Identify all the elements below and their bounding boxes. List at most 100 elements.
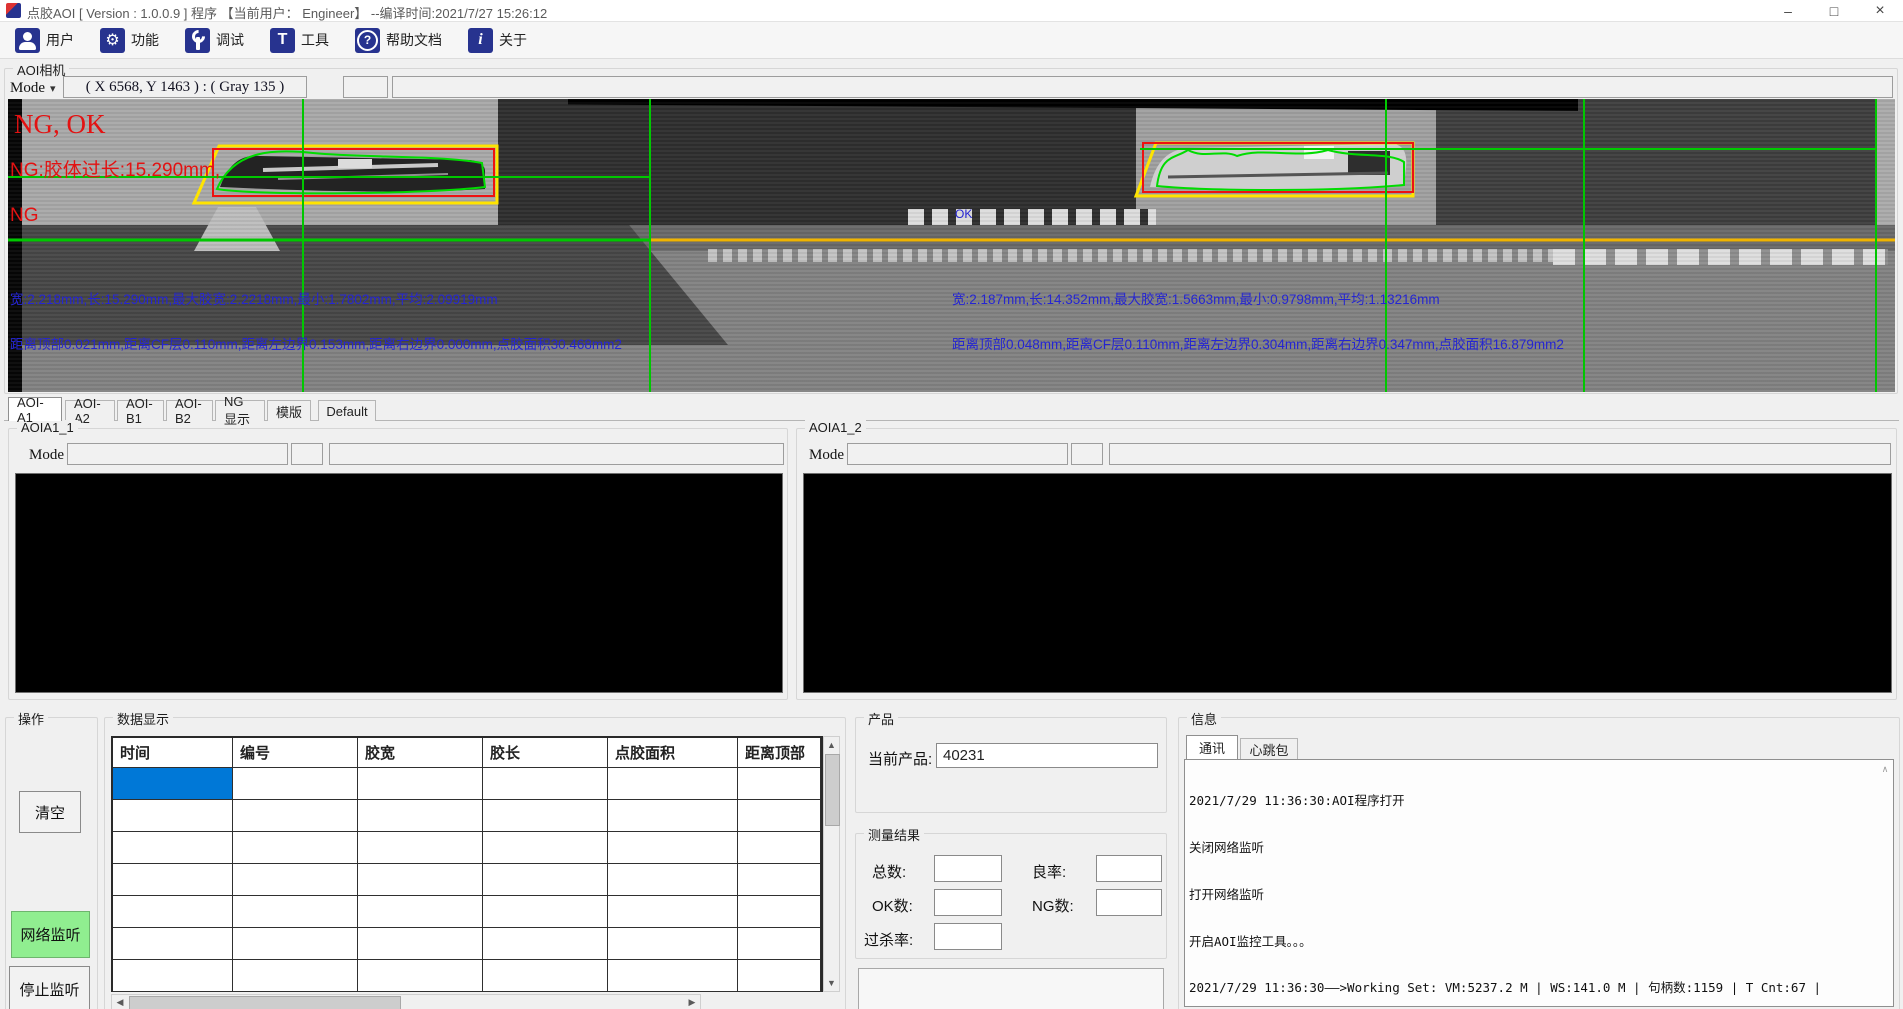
camera-mode-dropdown[interactable]: Mode — [10, 78, 56, 98]
panel-aoia1-2: AOIA1_2 Mode — [796, 428, 1897, 700]
minimize-button[interactable]: – — [1765, 0, 1811, 22]
col-header-time: 时间 — [113, 738, 233, 768]
panel2-field-2[interactable] — [1071, 443, 1103, 465]
log-line: 开启AOI监控工具。。。 — [1189, 934, 1889, 950]
panel1-field-3[interactable] — [329, 443, 784, 465]
maximize-button[interactable]: □ — [1811, 0, 1857, 22]
total-field[interactable] — [934, 855, 1002, 882]
current-product-label: 当前产品: — [868, 748, 932, 769]
product-group-label: 产品 — [864, 709, 898, 728]
main-toolbar: 用户 ⚙ 功能 调试 T 工具 ? 帮助文档 i 关于 — [0, 22, 1903, 59]
panel1-field-2[interactable] — [291, 443, 323, 465]
toolbar-item-help[interactable]: ? 帮助文档 — [346, 25, 451, 56]
product-list-box[interactable] — [858, 968, 1164, 1009]
product-group: 产品 当前产品: 40231 — [855, 717, 1167, 813]
toolbar-item-label: 调试 — [216, 30, 244, 50]
panel1-field-1[interactable] — [67, 443, 288, 465]
right-stats-line1: 宽:2.187mm,长:14.352mm,最大胶宽:1.5663mm,最小:0.… — [952, 288, 1440, 308]
ng-count-label: NG数: — [1032, 895, 1074, 916]
panel1-image-view — [15, 473, 783, 693]
tab-aoi-b1[interactable]: AOI-B1 — [117, 400, 164, 421]
clear-button[interactable]: 清空 — [19, 791, 81, 833]
scroll-right-icon[interactable]: ▶ — [685, 995, 699, 1009]
ng-overlay-text: NG — [10, 205, 39, 227]
toolbar-item-label: 关于 — [499, 30, 527, 50]
col-header-id: 编号 — [233, 738, 358, 768]
overkill-field[interactable] — [934, 923, 1002, 950]
tab-aoi-a2[interactable]: AOI-A2 — [65, 400, 115, 421]
camera-view[interactable]: NG, OK NG:胶体过长:15.290mm, NG OK 宽:2.218mm… — [8, 99, 1895, 392]
info-group-label: 信息 — [1187, 709, 1221, 728]
tab-default[interactable]: Default — [318, 400, 376, 421]
ok-count-field[interactable] — [934, 889, 1002, 916]
camera-field-2[interactable] — [343, 76, 388, 98]
toolbar-item-label: 功能 — [131, 30, 159, 50]
toolbar-item-user[interactable]: 用户 — [6, 25, 83, 56]
table-row[interactable] — [113, 896, 821, 928]
panel2-field-1[interactable] — [847, 443, 1068, 465]
operate-group-label: 操作 — [14, 709, 48, 728]
app-window: 点胶AOI [ Version : 1.0.0.9 ] 程序 【当前用户： En… — [0, 0, 1903, 1009]
scroll-thumb[interactable] — [129, 996, 401, 1009]
table-row[interactable] — [113, 864, 821, 896]
tab-ng-display[interactable]: NG显示 — [215, 400, 265, 421]
panel-label: AOIA1_2 — [805, 420, 866, 435]
toolbar-item-function[interactable]: ⚙ 功能 — [91, 25, 168, 56]
close-button[interactable]: × — [1857, 0, 1903, 22]
right-stats-line2: 距离顶部0.048mm,距离CF层0.110mm,距离左边界0.304mm,距离… — [952, 333, 1564, 353]
measure-result-group-label: 测量结果 — [864, 825, 924, 844]
tools-icon: T — [270, 28, 295, 53]
operate-group: 操作 清空 网络监听 停止监听 — [5, 717, 98, 1009]
scroll-thumb[interactable] — [825, 754, 840, 826]
tab-template[interactable]: 模版 — [267, 400, 311, 421]
col-header-glue-area: 点胶面积 — [608, 738, 738, 768]
network-listen-button[interactable]: 网络监听 — [11, 911, 90, 958]
data-display-group: 数据显示 时间 编号 胶宽 胶长 点胶面积 距离顶部 — [104, 717, 846, 1009]
log-line: 2021/7/29 11:36:30——>Working Set: VM:523… — [1189, 980, 1889, 996]
table-row[interactable] — [113, 928, 821, 960]
tab-comm[interactable]: 通讯 — [1186, 735, 1238, 759]
user-icon — [15, 28, 40, 53]
ng-count-field[interactable] — [1096, 889, 1162, 916]
wrench-icon — [185, 28, 210, 53]
stop-listen-button[interactable]: 停止监听 — [9, 966, 90, 1009]
yield-field[interactable] — [1096, 855, 1162, 882]
log-line: 2021/7/29 11:36:30:AOI程序打开 — [1189, 793, 1889, 809]
yield-label: 良率: — [1032, 861, 1066, 882]
toolbar-item-about[interactable]: i 关于 — [459, 25, 536, 56]
log-scroll-up-icon[interactable]: ∧ — [1878, 762, 1892, 776]
scroll-down-icon[interactable]: ▼ — [824, 976, 839, 990]
tab-heartbeat[interactable]: 心跳包 — [1240, 738, 1298, 759]
data-display-group-label: 数据显示 — [113, 709, 173, 728]
scroll-left-icon[interactable]: ◀ — [113, 995, 127, 1009]
toolbar-item-tools[interactable]: T 工具 — [261, 25, 338, 56]
tab-aoi-a1[interactable]: AOI-A1 — [8, 397, 62, 421]
help-icon: ? — [355, 28, 380, 53]
overkill-label: 过杀率: — [864, 929, 913, 950]
table-row[interactable] — [113, 832, 821, 864]
camera-group-label: AOI相机 — [13, 60, 69, 79]
result-overlay-text: NG, OK — [14, 109, 106, 140]
about-icon: i — [468, 28, 493, 53]
table-row[interactable] — [113, 800, 821, 832]
total-label: 总数: — [872, 861, 906, 882]
panel2-field-3[interactable] — [1109, 443, 1891, 465]
app-icon — [6, 3, 21, 18]
data-table: 时间 编号 胶宽 胶长 点胶面积 距离顶部 — [111, 736, 823, 992]
table-row[interactable] — [113, 960, 821, 992]
ok-overlay-text: OK — [955, 207, 972, 221]
title-bar: 点胶AOI [ Version : 1.0.0.9 ] 程序 【当前用户： En… — [0, 0, 1903, 22]
measure-result-group: 测量结果 总数: 良率: OK数: NG数: 过杀率: — [855, 833, 1167, 959]
current-product-field[interactable]: 40231 — [936, 743, 1158, 768]
camera-coordinate-field[interactable]: ( X 6568, Y 1463 ) : ( Gray 135 ) — [63, 76, 307, 98]
panel-aoia1-1: AOIA1_1 Mode — [8, 428, 788, 700]
tab-aoi-b2[interactable]: AOI-B2 — [166, 400, 213, 421]
comm-log[interactable]: 2021/7/29 11:36:30:AOI程序打开 关闭网络监听 打开网络监听… — [1184, 759, 1894, 1007]
toolbar-item-debug[interactable]: 调试 — [176, 25, 253, 56]
table-horizontal-scrollbar[interactable]: ◀ ▶ — [111, 994, 701, 1009]
table-vertical-scrollbar[interactable]: ▲ ▼ — [823, 736, 840, 992]
scroll-up-icon[interactable]: ▲ — [824, 738, 839, 752]
col-header-glue-width: 胶宽 — [358, 738, 483, 768]
camera-field-3[interactable] — [392, 76, 1893, 98]
table-row[interactable] — [113, 768, 821, 800]
